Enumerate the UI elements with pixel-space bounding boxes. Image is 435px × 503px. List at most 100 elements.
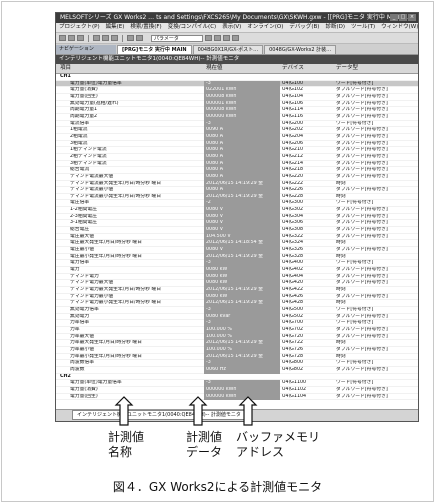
cell-data-type: ダブルワード[符号付き] [336, 333, 388, 339]
table-row[interactable]: デマンド電流最小値 0080 A U4\G226 ダブルワード[符号付き] [56, 187, 418, 194]
cell-item-name: 3-1相間電圧 [70, 220, 98, 226]
minimize-button[interactable]: _ [390, 14, 398, 21]
table-row[interactable]: 周波数 0060 Hz U4\G802 ダブルワード[符号付き] [56, 366, 418, 374]
table-row[interactable]: 電力量(回生) 000000 kWh U4\G1104 ダブルワード[符号付き] [56, 393, 418, 401]
save-icon[interactable] [77, 35, 84, 41]
status-tab[interactable]: インテリジェント機能ユニットモニタ1(0040:QE84WH)-- 計測値モニタ [72, 410, 246, 420]
menu-item[interactable]: デバッグ(B) [289, 24, 319, 30]
table-row[interactable]: 電圧最小値 0080 V U4\G326 ダブルワード[符号付き] [56, 247, 418, 254]
cell-current-value: -3 [204, 306, 280, 314]
table-row[interactable]: 電流倍率 -3 U4\G200 ワード[符号付き] [56, 120, 418, 128]
menu-item[interactable]: 診断(D) [325, 24, 345, 30]
table-row[interactable]: デマンド電流最小発生年/月日/時分秒 曜日 2012/06/15 14:19:29… [56, 193, 418, 201]
undo-icon[interactable] [127, 35, 134, 41]
table-row[interactable]: 電力 0080 kW U4\G402 ダブルワード[符号付き] [56, 267, 418, 274]
menu-item[interactable]: オンライン(O) [247, 24, 283, 30]
table-row[interactable]: 電圧倍率 -2 U4\G300 ワード[符号付き] [56, 200, 418, 208]
paste-icon[interactable] [111, 35, 118, 41]
table-row[interactable]: 総合電圧 0080 V U4\G308 ダブルワード[符号付き] [56, 227, 418, 234]
table-row[interactable]: 3相デマンド電流 0080 A U4\G214 ダブルワード[符号付き] [56, 160, 418, 168]
copy-icon[interactable] [102, 35, 109, 41]
callout-name-line1: 計測値 [108, 430, 145, 444]
menu-item[interactable]: 表示(V) [222, 24, 241, 30]
cell-item-name: 2相電流 [70, 133, 88, 139]
read-icon[interactable] [232, 35, 239, 41]
table-row[interactable]: デマンド電力 0080 kW U4\G404 ダブルワード[符号付き] [56, 273, 418, 281]
open-folder-icon[interactable] [68, 35, 75, 41]
table-row[interactable]: デマンド電力最大値 0080 kW U4\G420 ダブルワード[符号付き] [56, 280, 418, 287]
cell-current-value: 2012/06/15 14:19:29 金 [204, 253, 280, 261]
table-row[interactable]: 周波数倍率 -3 U4\G800 ワード[符号付き] [56, 360, 418, 367]
column-value[interactable]: 現在値 [206, 64, 223, 73]
menu-item[interactable]: ウィンドウ(W) [381, 24, 418, 30]
table-row[interactable]: 2相デマンド電流 0080 A U4\G212 ダブルワード[符号付き] [56, 153, 418, 161]
tab-instrumentation[interactable]: 0048G/GX-Works2 計装… [264, 45, 337, 54]
table-row[interactable]: 電力量(回生) 000008 kWh U4\G104 ダブルワード[符号付き] [56, 93, 418, 101]
table-row[interactable]: 電力量(消費) 000000 kWh U4\G1102 ダブルワード[符号付き] [56, 386, 418, 394]
table-row[interactable]: 周期電力量2 000000 kWh U4\G116 ダブルワード[符号付き] [56, 113, 418, 121]
table-row[interactable]: 電圧最大値 104.500 V U4\G322 ダブルワード[符号付き] [56, 233, 418, 241]
table-row[interactable]: 力率 100.000 % U4\G702 ダブルワード[符号付き] [56, 326, 418, 334]
table-row[interactable]: 無効電力量(進相/遅れ) 000001 kWh U4\G106 ダブルワード[符号付き… [56, 100, 418, 108]
tab-post-module[interactable]: 004BG0X1R/GX-ポスト… [192, 45, 264, 54]
redo-icon[interactable] [136, 35, 143, 41]
table-row[interactable]: 力率倍率 -3 U4\G700 ワード[符号付き] [56, 320, 418, 327]
cell-data-type: 時刻 [336, 193, 346, 199]
table-row[interactable]: 力率最大値 100.000 % U4\G720 ダブルワード[符号付き] [56, 333, 418, 341]
table-row[interactable]: 電圧最小発生年/月日/時分秒 曜日 2012/06/15 14:19:29 金 U4… [56, 253, 418, 261]
table-row[interactable]: 力率最小発生年/月日/時分秒 曜日 2012/06/15 14:19:29 金 U4… [56, 353, 418, 361]
table-row[interactable]: デマンド電力最小値 0080 kW U4\G426 ダブルワード[符号付き] [56, 293, 418, 301]
table-row[interactable]: 電力倍率 -3 U4\G400 ワード[符号付き] [56, 260, 418, 268]
maximize-button[interactable]: □ [399, 14, 407, 21]
cell-data-type: ダブルワード[符号付き] [336, 280, 388, 286]
write-icon[interactable] [223, 35, 230, 41]
table-row[interactable]: 1相電流 0090 A U4\G202 ダブルワード[符号付き] [56, 127, 418, 134]
column-device[interactable]: デバイス [282, 64, 304, 73]
toolbar-search-input[interactable]: パラメータ [151, 34, 203, 42]
cell-device: U4\G702 [282, 326, 304, 332]
column-item[interactable]: 項目 [60, 64, 71, 73]
table-row[interactable]: 総合電流 0080 A U4\G218 ダブルワード[符号付き] [56, 167, 418, 174]
table-row[interactable]: 2-3相間電圧 0080 V U4\G304 ダブルワード[符号付き] [56, 213, 418, 221]
cell-current-value: 104.500 V [204, 233, 280, 241]
cell-data-type: ダブルワード[符号付き] [336, 113, 388, 119]
table-row[interactable]: デマンド電流最大発生年/月日/時分秒 曜日 2012/06/15 14:19:29… [56, 180, 418, 188]
cell-data-type: 時刻 [336, 240, 346, 246]
table-row[interactable]: 3-1相間電圧 0080 V U4\G306 ダブルワード[符号付き] [56, 220, 418, 228]
group-row[interactable]: CH1 [56, 74, 418, 81]
menu-item[interactable]: 検索/置換(F) [130, 24, 161, 30]
table-row[interactable]: 電圧最大発生年/月日/時分秒 曜日 2012/06/15 14:18:54 金 U4… [56, 240, 418, 248]
new-project-icon[interactable] [59, 35, 66, 41]
cell-data-type: ダブルワード[符号付き] [336, 100, 388, 106]
cell-data-type: 時刻 [336, 340, 346, 346]
column-type[interactable]: データ型 [336, 64, 358, 73]
table-row[interactable]: 電力量(消費) 022001 kWh U4\G102 ダブルワード[符号付き] [56, 87, 418, 94]
menu-item[interactable]: プロジェクト(P) [59, 24, 100, 30]
table-row[interactable]: 力率最大発生年/月日/時分秒 曜日 2012/06/15 14:19:29 金 U4… [56, 340, 418, 347]
cell-device: U4\G104 [282, 93, 304, 99]
table-row[interactable]: 無効電力倍率 -3 U4\G500 ワード[符号付き] [56, 306, 418, 314]
table-row[interactable]: 力率最小値 100.000 % U4\G726 ダブルワード[符号付き] [56, 346, 418, 354]
table-row[interactable]: 2相電流 0080 A U4\G204 ダブルワード[符号付き] [56, 133, 418, 141]
menu-item[interactable]: 編集(E) [106, 24, 125, 30]
group-row[interactable]: CH2 [56, 374, 418, 381]
table-row[interactable]: 電力量(単位)電力量倍率 -3 U4\G100 ワード[符号付き] [56, 80, 418, 88]
cell-device: U4\G802 [282, 366, 304, 372]
table-row[interactable]: 無効電力 0080 kvar U4\G502 ダブルワード[符号付き] [56, 313, 418, 321]
table-row[interactable]: 3相電流 0080 A U4\G206 ダブルワード[符号付き] [56, 140, 418, 148]
menu-item[interactable]: ツール(T) [351, 24, 375, 30]
table-row[interactable]: 1相デマンド電流 0080 A U4\G210 ダブルワード[符号付き] [56, 147, 418, 154]
navigation-header: ナビゲーション [56, 45, 116, 54]
close-button[interactable]: × [408, 14, 416, 21]
table-row[interactable]: デマンド電力最小発生年/月日/時分秒 曜日 2012/06/15 14:19:29… [56, 300, 418, 307]
table-row[interactable]: 1-2相間電圧 0080 V U4\G302 ダブルワード[符号付き] [56, 207, 418, 214]
search-icon[interactable] [205, 35, 212, 41]
monitor-icon[interactable] [214, 35, 221, 41]
table-row[interactable]: 電力量(単位)電力量倍率 -3 U4\G1100 ワード[符号付き] [56, 380, 418, 387]
table-row[interactable]: 周期電力量1 000008 kWh U4\G114 ダブルワード[符号付き] [56, 107, 418, 114]
cut-icon[interactable] [93, 35, 100, 41]
menu-item[interactable]: 変換/コンパイル(C) [168, 24, 217, 30]
tab-prg-monitor[interactable]: [PRG]モニタ 実行中 MAIN [117, 45, 192, 54]
table-row[interactable]: デマンド電力最大発生年/月日/時分秒 曜日 2012/06/15 14:19:29… [56, 287, 418, 294]
table-row[interactable]: デマンド電流最大値 0080 A U4\G220 ダブルワード[符号付き] [56, 173, 418, 181]
